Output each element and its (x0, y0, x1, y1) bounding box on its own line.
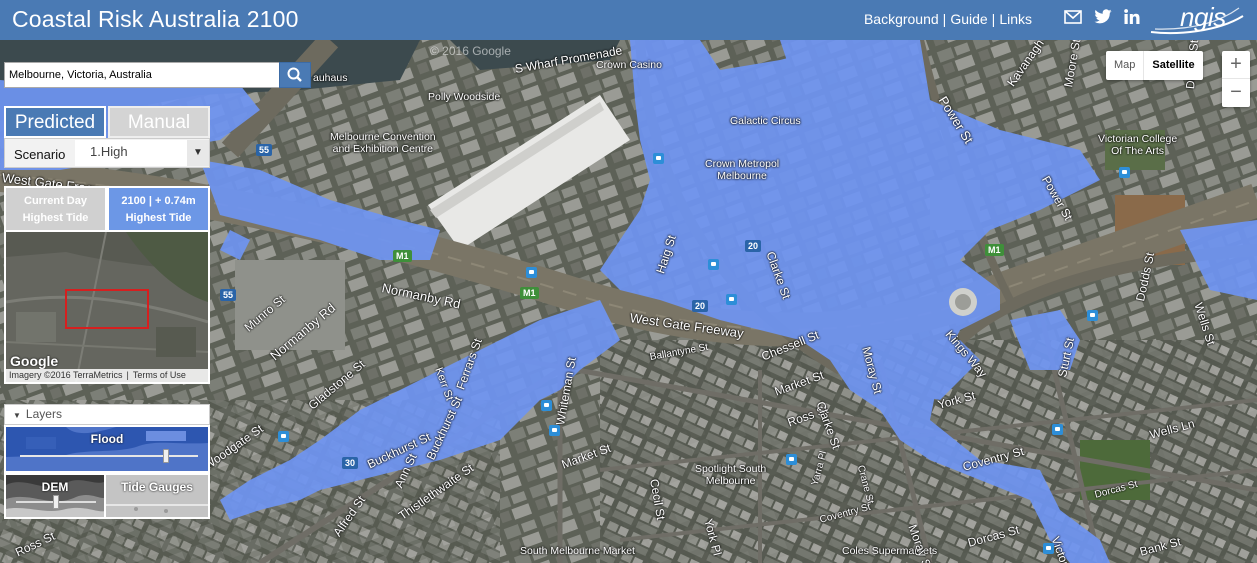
tram-stop-icon[interactable] (1087, 310, 1098, 321)
route-badge: 30 (342, 457, 359, 469)
tram-stop-icon[interactable] (549, 425, 560, 436)
chevron-down-icon: ▼ (187, 140, 209, 166)
tram-stop-icon[interactable] (1043, 543, 1054, 554)
place-label-polly-woodside: Polly Woodside (428, 91, 501, 103)
layer-tide-gauges[interactable]: Tide Gauges (106, 473, 210, 519)
place-label-crown-casino: Crown Casino (596, 59, 662, 71)
zoom-in-button[interactable]: + (1222, 51, 1250, 79)
tab-2100-line1: 2100 | + 0.74m (121, 195, 196, 207)
map-type-map-button[interactable]: Map (1106, 51, 1143, 80)
nav-links-link[interactable]: Links (999, 11, 1032, 27)
flood-slider-handle[interactable] (162, 449, 169, 463)
layer-flood[interactable]: Flood (4, 425, 210, 473)
layer-dem[interactable]: DEM (4, 473, 106, 519)
nav-separator: | (991, 11, 996, 27)
search-button[interactable] (279, 62, 311, 88)
mode-tabs: Predicted Manual (4, 106, 210, 138)
place-label-victorian-college: Victorian College Of The Arts (1098, 133, 1178, 157)
map-type-control: Map Satellite (1106, 51, 1203, 80)
dem-slider-handle[interactable] (53, 495, 59, 509)
tram-stop-icon[interactable] (786, 454, 797, 465)
search-input[interactable] (4, 62, 279, 88)
tram-stop-icon[interactable] (278, 431, 289, 442)
nav-background-link[interactable]: Background (864, 11, 939, 27)
social-links (1064, 9, 1140, 24)
place-label-galactic: Galactic Circus (730, 115, 801, 127)
route-badge: 20 (745, 240, 762, 252)
tram-stop-icon[interactable] (1119, 167, 1130, 178)
place-label-crown-metropol: Crown Metropol Melbourne (705, 158, 780, 182)
layers-toggle[interactable]: ▼ Layers (4, 404, 210, 425)
dem-layer-label: DEM (41, 480, 69, 494)
imagery-attribution: Imagery ©2016 TerraMetrics (9, 370, 123, 380)
tab-manual[interactable]: Manual (108, 106, 210, 138)
map-type-satellite-button[interactable]: Satellite (1143, 51, 1202, 80)
tab-2100-line2: Highest Tide (125, 212, 192, 224)
twitter-icon[interactable] (1094, 9, 1112, 24)
attribution-separator: | (126, 370, 129, 380)
logo-text: ngis (1180, 2, 1226, 32)
tide-gauges-layer-label: Tide Gauges (121, 480, 193, 494)
top-nav: Background | Guide | Links (864, 11, 1032, 27)
scenario-label: Scenario (14, 147, 66, 162)
scenario-select[interactable]: 1.High ▼ (75, 140, 209, 166)
zoom-out-button[interactable]: − (1222, 79, 1250, 107)
tram-stop-icon[interactable] (708, 259, 719, 270)
search-icon (287, 67, 302, 82)
layers-label: Layers (25, 407, 62, 421)
layer-row: DEM Tide Gauges (4, 473, 210, 519)
tab-current-day-line1: Current Day (24, 195, 87, 207)
nav-guide-link[interactable]: Guide (950, 11, 987, 27)
terms-of-use-link[interactable]: Terms of Use (133, 370, 186, 380)
app-header: Coastal Risk Australia 2100 Background | G… (0, 0, 1257, 40)
app-title: Coastal Risk Australia 2100 (12, 6, 299, 32)
flood-layer-label: Flood (90, 432, 124, 446)
tab-current-day-line2: Highest Tide (22, 212, 89, 224)
place-label-south-melbourne-market: South Melbourne Market (520, 545, 635, 557)
place-label-auhaus: auhaus (313, 72, 348, 84)
google-watermark: © 2016 Google (430, 44, 511, 58)
location-search (4, 62, 311, 88)
tram-stop-icon[interactable] (726, 294, 737, 305)
scenario-value: 1.High (90, 144, 128, 159)
tram-stop-icon[interactable] (526, 267, 537, 278)
nav-separator: | (942, 11, 947, 27)
route-badge: M1 (985, 244, 1004, 256)
route-badge: 20 (692, 300, 709, 312)
tide-tabs: Current Day Highest Tide 2100 | + 0.74m … (4, 186, 210, 232)
email-icon[interactable] (1064, 9, 1082, 24)
overview-minimap[interactable]: Google Imagery ©2016 TerraMetrics | Terms … (4, 232, 210, 384)
route-badge: M1 (393, 250, 412, 262)
scenario-row: Scenario 1.High ▼ (4, 138, 210, 168)
minimap-attribution: Imagery ©2016 TerraMetrics | Terms of Use (6, 369, 208, 382)
tram-stop-icon[interactable] (541, 400, 552, 411)
tram-stop-icon[interactable] (1052, 424, 1063, 435)
tram-stop-icon[interactable] (653, 153, 664, 164)
tab-2100[interactable]: 2100 | + 0.74m Highest Tide (107, 186, 210, 232)
route-badge: M1 (520, 287, 539, 299)
flood-opacity-slider[interactable] (20, 449, 198, 463)
dem-opacity-slider[interactable] (16, 495, 96, 509)
route-badge: 55 (220, 289, 237, 301)
route-badge: 55 (256, 144, 273, 156)
place-label-spotlight: Spotlight South Melbourne (695, 463, 767, 487)
caret-down-icon: ▼ (13, 411, 21, 420)
ngis-logo[interactable]: ngis (1147, 2, 1247, 36)
place-label-convention-centre: Melbourne Convention and Exhibition Cent… (330, 131, 436, 155)
tab-current-day[interactable]: Current Day Highest Tide (4, 186, 107, 232)
linkedin-icon[interactable] (1124, 9, 1140, 24)
tab-predicted[interactable]: Predicted (4, 106, 106, 138)
zoom-control: + − (1222, 51, 1250, 107)
google-logo: Google (10, 353, 59, 369)
